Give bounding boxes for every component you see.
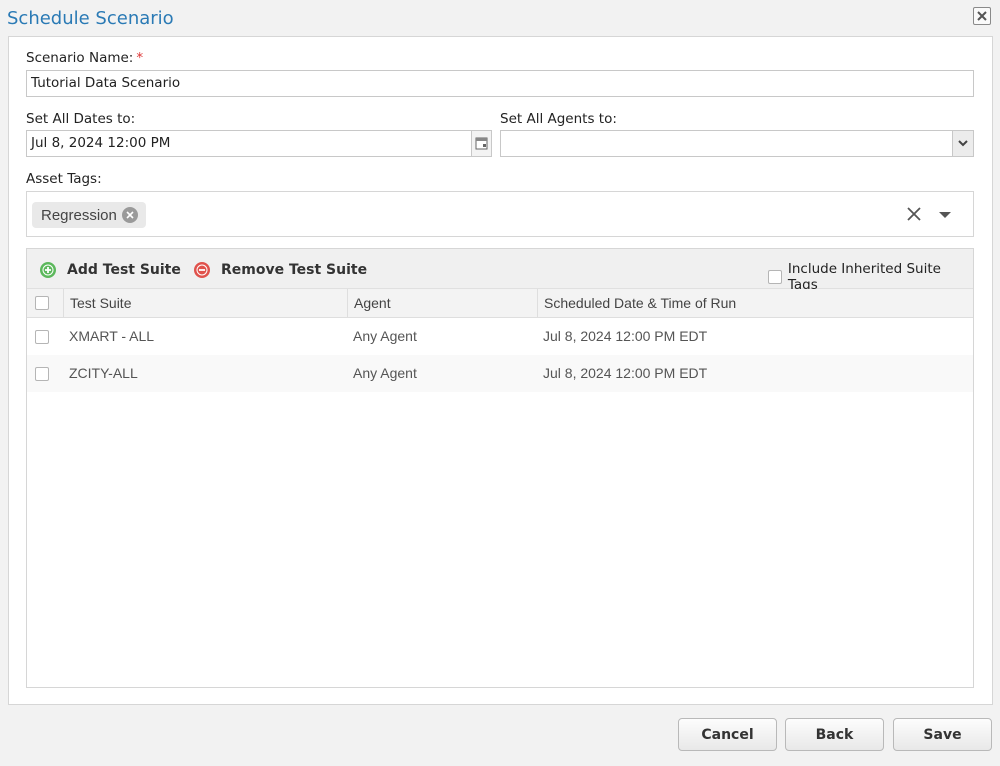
add-test-suite-button[interactable]: Add Test Suite bbox=[39, 259, 181, 281]
close-button[interactable] bbox=[973, 7, 991, 25]
asset-tags-input[interactable]: Regression bbox=[26, 191, 974, 237]
cell-agent[interactable]: Any Agent bbox=[347, 355, 417, 392]
remove-test-suite-button[interactable]: Remove Test Suite bbox=[193, 259, 367, 281]
remove-tag-button[interactable] bbox=[121, 207, 138, 223]
save-button[interactable]: Save bbox=[893, 718, 992, 751]
remove-icon bbox=[194, 262, 210, 278]
cell-scheduled[interactable]: Jul 8, 2024 12:00 PM EDT bbox=[537, 355, 707, 392]
dialog-title: Schedule Scenario bbox=[7, 8, 174, 29]
include-inherited-checkbox[interactable] bbox=[768, 270, 782, 284]
close-icon bbox=[977, 11, 987, 21]
add-test-suite-label: Add Test Suite bbox=[67, 262, 181, 278]
add-icon bbox=[40, 262, 56, 278]
required-mark: * bbox=[136, 50, 144, 66]
cancel-button[interactable]: Cancel bbox=[678, 718, 777, 751]
set-agents-label: Set All Agents to: bbox=[500, 111, 617, 127]
grid-toolbar: Add Test Suite Remove Test Suite Include… bbox=[27, 249, 973, 293]
row-checkbox[interactable] bbox=[35, 366, 49, 381]
row-checkbox[interactable] bbox=[35, 329, 49, 344]
date-picker-button[interactable] bbox=[471, 131, 491, 156]
table-row[interactable]: ZCITY-ALL Any Agent Jul 8, 2024 12:00 PM… bbox=[27, 355, 973, 392]
chevron-down-icon bbox=[958, 140, 968, 147]
back-button[interactable]: Back bbox=[785, 718, 884, 751]
column-header-scheduled[interactable]: Scheduled Date & Time of Run bbox=[537, 289, 973, 317]
scenario-name-input[interactable]: Tutorial Data Scenario bbox=[26, 70, 974, 97]
row-select-cell bbox=[27, 318, 57, 355]
form-panel: Scenario Name: * Tutorial Data Scenario S… bbox=[8, 36, 993, 705]
set-dates-label: Set All Dates to: bbox=[26, 111, 136, 127]
calendar-icon bbox=[475, 137, 488, 150]
agents-dropdown-arrow[interactable] bbox=[952, 131, 973, 156]
set-agents-select[interactable] bbox=[500, 130, 974, 157]
cell-scheduled[interactable]: Jul 8, 2024 12:00 PM EDT bbox=[537, 318, 707, 355]
close-icon bbox=[126, 211, 134, 219]
scenario-name-label: Scenario Name: * bbox=[26, 50, 143, 66]
tag-chip: Regression bbox=[32, 202, 146, 228]
table-row[interactable]: XMART - ALL Any Agent Jul 8, 2024 12:00 … bbox=[27, 318, 973, 355]
select-all-checkbox[interactable] bbox=[35, 296, 49, 310]
tags-dropdown-icon[interactable] bbox=[939, 211, 951, 219]
cell-agent[interactable]: Any Agent bbox=[347, 318, 417, 355]
tag-chip-label: Regression bbox=[41, 206, 117, 224]
grid-header: Test Suite Agent Scheduled Date & Time o… bbox=[27, 289, 973, 318]
asset-tags-label: Asset Tags: bbox=[26, 171, 102, 187]
cell-test-suite: ZCITY-ALL bbox=[69, 365, 138, 381]
column-header-agent[interactable]: Agent bbox=[347, 289, 537, 317]
column-header-test-suite[interactable]: Test Suite bbox=[63, 289, 347, 317]
row-select-cell bbox=[27, 355, 57, 392]
select-all-cell bbox=[27, 289, 57, 317]
clear-tags-icon[interactable] bbox=[905, 205, 923, 223]
cell-test-suite: XMART - ALL bbox=[69, 328, 155, 344]
scenario-name-label-text: Scenario Name: bbox=[26, 50, 134, 66]
test-suite-grid: Add Test Suite Remove Test Suite Include… bbox=[26, 248, 974, 688]
set-dates-value: Jul 8, 2024 12:00 PM bbox=[31, 135, 171, 151]
remove-test-suite-label: Remove Test Suite bbox=[221, 262, 368, 278]
dialog-header: Schedule Scenario bbox=[0, 0, 1000, 36]
set-dates-input[interactable]: Jul 8, 2024 12:00 PM bbox=[26, 130, 492, 157]
